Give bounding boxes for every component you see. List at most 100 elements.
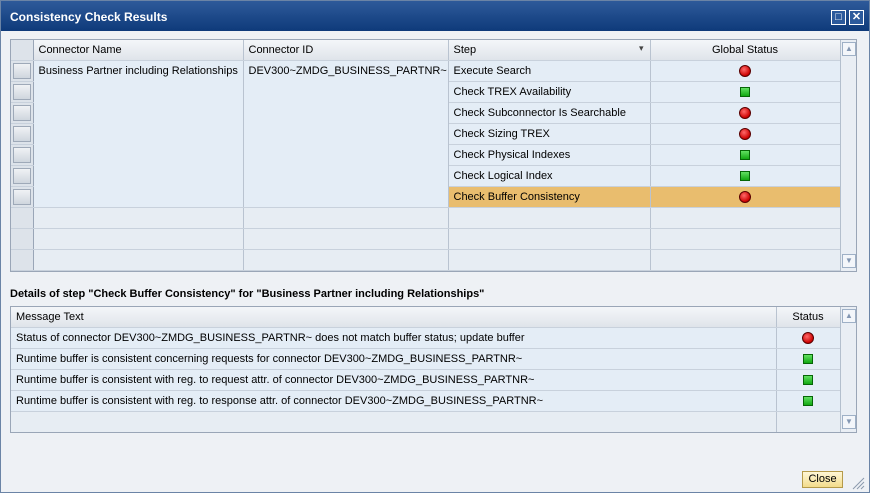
- row-select-button[interactable]: [13, 146, 31, 163]
- status-cell: [776, 327, 841, 349]
- global-status-cell: [650, 123, 841, 145]
- table-row[interactable]: Runtime buffer is consistent with reg. t…: [11, 390, 841, 412]
- column-header-step[interactable]: Step ▾: [448, 40, 651, 61]
- resize-grip-icon[interactable]: [851, 476, 865, 490]
- details-table: Message Text Status Status of connector …: [10, 306, 857, 433]
- scroll-down-button[interactable]: ▼: [842, 415, 856, 429]
- maximize-icon: □: [835, 11, 842, 23]
- details-heading: Details of step "Check Buffer Consistenc…: [10, 288, 485, 300]
- step-header-label: Step: [453, 43, 477, 56]
- step-cell[interactable]: Check TREX Availability: [448, 81, 651, 103]
- row-selector[interactable]: [11, 81, 34, 103]
- row-selector[interactable]: [11, 144, 34, 166]
- global-status-cell: [650, 102, 841, 124]
- status-cell: [776, 390, 841, 412]
- table-row[interactable]: Runtime buffer is consistent concerning …: [11, 348, 841, 370]
- consistency-check-dialog: Consistency Check Results □ ✕ Connector …: [0, 0, 870, 493]
- empty-cell: [33, 228, 244, 250]
- global-status-cell: [650, 186, 841, 208]
- red-light-icon: [739, 127, 751, 140]
- scroll-down-button[interactable]: ▼: [842, 254, 856, 268]
- table-row[interactable]: Status of connector DEV300~ZMDG_BUSINESS…: [11, 327, 841, 349]
- empty-cell: [650, 249, 841, 271]
- row-selector[interactable]: [11, 102, 34, 124]
- green-light-icon: [740, 149, 750, 160]
- message-text-cell: Runtime buffer is consistent concerning …: [11, 348, 777, 370]
- row-selector[interactable]: [11, 123, 34, 145]
- connector-name-cell: Business Partner including Relationships: [33, 60, 244, 208]
- column-header-message-text[interactable]: Message Text: [11, 307, 777, 328]
- connector-id-cell: DEV300~ZMDG_BUSINESS_PARTNR~: [243, 60, 449, 208]
- empty-cell: [33, 207, 244, 229]
- global-status-cell: [650, 60, 841, 82]
- step-cell[interactable]: Check Logical Index: [448, 165, 651, 187]
- row-select-button[interactable]: [13, 188, 31, 205]
- row-select-button[interactable]: [13, 83, 31, 100]
- close-icon: ✕: [851, 11, 862, 23]
- row-selector[interactable]: [11, 249, 34, 271]
- step-cell[interactable]: Check Physical Indexes: [448, 144, 651, 166]
- column-header-connector-id[interactable]: Connector ID: [243, 40, 449, 61]
- table-row[interactable]: Runtime buffer is consistent with reg. t…: [11, 369, 841, 391]
- column-header-status[interactable]: Status: [776, 307, 841, 328]
- select-all-header[interactable]: [11, 40, 34, 61]
- window-title: Consistency Check Results: [10, 10, 168, 24]
- red-light-icon: [739, 64, 751, 77]
- close-button[interactable]: Close: [802, 471, 843, 488]
- steps-table: Connector Name Connector ID Step ▾ Globa…: [10, 39, 857, 272]
- table-row[interactable]: Business Partner including Relationships…: [11, 60, 841, 208]
- row-select-button[interactable]: [13, 125, 31, 142]
- empty-cell: [448, 228, 651, 250]
- step-cell[interactable]: Check Subconnector Is Searchable: [448, 102, 651, 124]
- green-light-icon: [740, 170, 750, 181]
- row-selector[interactable]: [11, 186, 34, 208]
- green-light-icon: [803, 353, 813, 364]
- maximize-button[interactable]: □: [831, 10, 846, 25]
- message-text-cell: Runtime buffer is consistent with reg. t…: [11, 369, 777, 391]
- empty-cell: [243, 207, 449, 229]
- green-light-icon: [803, 395, 813, 406]
- red-light-icon: [739, 106, 751, 119]
- row-select-button[interactable]: [13, 62, 31, 79]
- table-row[interactable]: [11, 228, 841, 250]
- green-light-icon: [740, 86, 750, 97]
- empty-cell: [776, 411, 841, 432]
- scroll-up-button[interactable]: ▲: [842, 309, 856, 323]
- green-light-icon: [803, 374, 813, 385]
- steps-vertical-scrollbar[interactable]: ▲ ▼: [840, 40, 856, 271]
- empty-cell: [650, 207, 841, 229]
- row-select-button[interactable]: [13, 104, 31, 121]
- status-cell: [776, 369, 841, 391]
- row-selector[interactable]: [11, 60, 34, 82]
- red-light-icon: [802, 331, 814, 344]
- empty-cell: [448, 207, 651, 229]
- global-status-cell: [650, 165, 841, 187]
- empty-cell: [243, 228, 449, 250]
- close-window-button[interactable]: ✕: [849, 10, 864, 25]
- row-select-button[interactable]: [13, 167, 31, 184]
- step-cell[interactable]: Check Sizing TREX: [448, 123, 651, 145]
- empty-cell: [243, 249, 449, 271]
- details-vertical-scrollbar[interactable]: ▲ ▼: [840, 307, 856, 432]
- scroll-up-button[interactable]: ▲: [842, 42, 856, 56]
- empty-cell: [650, 228, 841, 250]
- row-selector[interactable]: [11, 228, 34, 250]
- row-selector[interactable]: [11, 165, 34, 187]
- filter-icon[interactable]: ▾: [639, 43, 644, 54]
- table-row[interactable]: [11, 411, 841, 432]
- message-text-cell: Status of connector DEV300~ZMDG_BUSINESS…: [11, 327, 777, 349]
- status-cell: [776, 348, 841, 370]
- title-bar: Consistency Check Results □ ✕: [1, 1, 869, 31]
- table-row[interactable]: [11, 207, 841, 229]
- message-text-cell: Runtime buffer is consistent with reg. t…: [11, 390, 777, 412]
- row-selector[interactable]: [11, 207, 34, 229]
- red-light-icon: [739, 190, 751, 203]
- global-status-cell: [650, 144, 841, 166]
- step-cell[interactable]: Check Buffer Consistency: [448, 186, 651, 208]
- empty-cell: [11, 411, 777, 432]
- column-header-connector-name[interactable]: Connector Name: [33, 40, 244, 61]
- table-row[interactable]: [11, 249, 841, 271]
- step-cell[interactable]: Execute Search: [448, 60, 651, 82]
- column-header-global-status[interactable]: Global Status: [650, 40, 841, 61]
- empty-cell: [448, 249, 651, 271]
